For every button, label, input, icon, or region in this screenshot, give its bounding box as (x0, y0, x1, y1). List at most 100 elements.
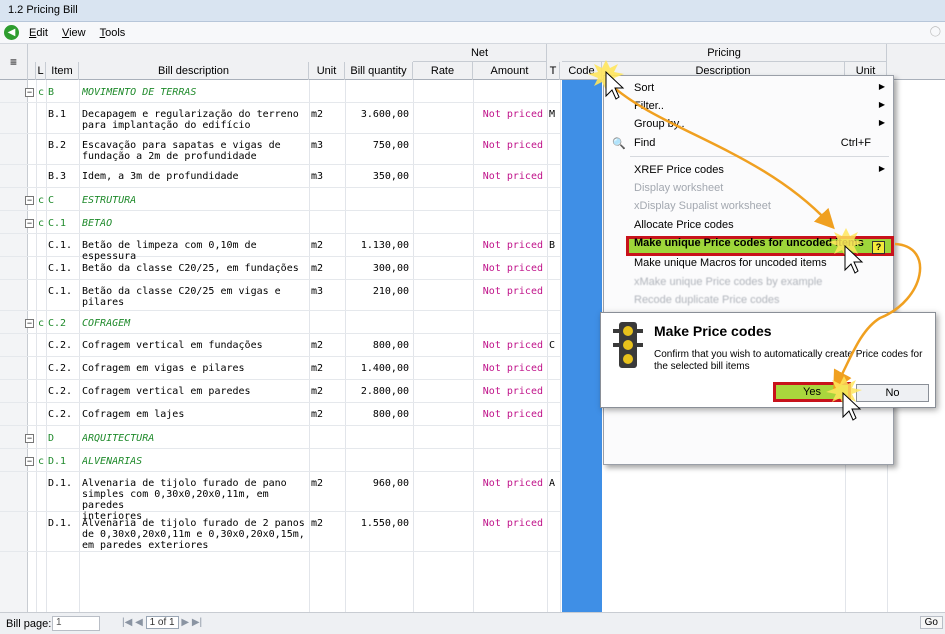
page-indicator[interactable]: 1 of 1 (145, 616, 179, 629)
last-page-icon[interactable]: ▶| (192, 617, 202, 628)
level-cell: c (38, 87, 45, 98)
menu-view[interactable]: View (62, 27, 86, 39)
collapse-icon[interactable]: − (25, 319, 34, 328)
col-level-header[interactable]: L (36, 62, 46, 80)
dialog-message: Confirm that you wish to automatically c… (654, 349, 923, 372)
amount-cell: Not priced (482, 340, 543, 351)
group-row[interactable]: − c C.2 COFRAGEM (0, 311, 560, 334)
collapse-icon[interactable]: − (25, 196, 34, 205)
quantity-cell: 2.800,00 (360, 386, 409, 397)
col-code-header[interactable]: Code (562, 62, 602, 80)
prev-page-icon[interactable]: ◀ (135, 617, 143, 628)
menu-item-allocate-price-codes[interactable]: Allocate Price codes (604, 219, 893, 235)
group-row[interactable]: − c C ESTRUTURA (0, 188, 560, 211)
menu-edit[interactable]: Edit (29, 27, 48, 39)
menu-item-make-unique-macros-for-uncoded-items[interactable]: Make unique Macros for uncoded items (604, 257, 893, 273)
group-row[interactable]: − c D.1 ALVENARIAS (0, 449, 560, 472)
collapse-icon[interactable]: − (25, 88, 34, 97)
submenu-arrow-icon: ▶ (878, 100, 885, 109)
unit-cell: m2 (311, 518, 324, 529)
bill-page-label: Bill page: (6, 618, 52, 630)
col-rate-header[interactable]: Rate (413, 62, 473, 80)
table-row[interactable]: B.1 Decapagem e regularização do terreno … (0, 103, 560, 134)
description-cell: Escavação para sapatas e vigas de fundaç… (82, 140, 281, 162)
code-column-selected[interactable] (562, 80, 602, 612)
menu-tools[interactable]: Tools (100, 27, 126, 39)
grid-options-icon[interactable]: ≡ (0, 44, 28, 80)
menu-item-group-by[interactable]: Group by.. ▶ (604, 118, 893, 134)
no-button[interactable]: No (856, 384, 929, 402)
group-row[interactable]: − D ARQUITECTURA (0, 426, 560, 449)
col-unit-header[interactable]: Unit (309, 62, 345, 80)
table-row[interactable]: C.2. Cofragem em vigas e pilares m2 1.400,0… (0, 357, 560, 380)
first-page-icon[interactable]: |◀ (122, 617, 132, 628)
collapse-icon[interactable]: − (25, 434, 34, 443)
menu-item-find[interactable]: 🔍 Find Ctrl+F (604, 137, 893, 153)
col-quantity-header[interactable]: Bill quantity (345, 62, 413, 80)
table-row[interactable]: C.2. Cofragem em lajes m2 800,00 Not priced (0, 403, 560, 426)
table-row[interactable]: C.1. Betão da classe C20/25, em fundações… (0, 257, 560, 280)
menu-item-label: Sort (634, 82, 655, 94)
unit-cell: m2 (311, 240, 324, 251)
table-row[interactable]: D.1. Alvenaria de tijolo furado de pano s… (0, 472, 560, 522)
description-cell: Cofragem em lajes (82, 409, 185, 420)
window-titlebar: 1.2 Pricing Bill (0, 0, 945, 22)
unit-cell: m3 (311, 286, 324, 297)
description-cell: Betão da classe C20/25 em vigas e pilare… (82, 286, 281, 308)
item-cell: C.2. (48, 363, 73, 374)
next-page-icon[interactable]: ▶ (181, 617, 189, 628)
menu-shortcut: Ctrl+F (840, 137, 871, 149)
quantity-cell: 3.600,00 (360, 109, 409, 120)
col-t-header[interactable]: T (547, 62, 560, 80)
table-row[interactable]: C.1. Betão de limpeza com 0,10m de espess… (0, 234, 560, 262)
description-cell: MOVIMENTO DE TERRAS (82, 87, 197, 98)
group-row[interactable]: − c B MOVIMENTO DE TERRAS (0, 80, 560, 103)
quantity-cell: 1.550,00 (360, 518, 409, 529)
description-cell: ESTRUTURA (82, 195, 137, 206)
col-amount-header[interactable]: Amount (473, 62, 547, 80)
unit-cell: m2 (311, 409, 324, 420)
menu-item-label: Group by.. (634, 118, 685, 130)
toolbar-overflow-icon[interactable]: ◯ (930, 26, 941, 37)
item-cell: C.1. (48, 240, 73, 251)
description-cell: Idem, a 3m de profundidade (82, 171, 239, 182)
unit-cell: m3 (311, 171, 324, 182)
menu-item-sort[interactable]: Sort ▶ (604, 82, 893, 98)
unit-cell: m2 (311, 263, 324, 274)
amount-cell: Not priced (482, 109, 543, 120)
binoculars-icon: 🔍 (612, 138, 626, 150)
item-cell: C (48, 195, 55, 206)
t-cell: M (549, 109, 556, 120)
net-group-header: Net (413, 44, 547, 62)
amount-cell: Not priced (482, 386, 543, 397)
level-cell: c (38, 195, 45, 206)
menu-item-label: Make unique Price codes for uncoded item… (634, 237, 864, 249)
amount-cell: Not priced (482, 240, 543, 251)
col-item-header[interactable]: Item (46, 62, 79, 80)
t-cell: A (549, 478, 556, 489)
table-row[interactable]: B.2 Escavação para sapatas e vigas de fun… (0, 134, 560, 165)
unit-cell: m2 (311, 340, 324, 351)
bill-page-input[interactable]: 1 (52, 616, 100, 631)
item-cell: C.1. (48, 286, 73, 297)
item-cell: C.2. (48, 386, 73, 397)
yes-button[interactable]: Yes (773, 382, 851, 402)
table-row[interactable]: D.1. Alvenaria de tijolo furado de 2 pano… (0, 512, 560, 552)
collapse-icon[interactable]: − (25, 219, 34, 228)
table-row[interactable]: C.1. Betão da classe C20/25 em vigas e pi… (0, 280, 560, 311)
menu-item-xref-price-codes[interactable]: XREF Price codes ▶ (604, 164, 893, 180)
table-row[interactable]: C.2. Cofragem vertical em fundações m2 800,… (0, 334, 560, 357)
table-row[interactable]: C.2. Cofragem vertical em paredes m2 2.800,… (0, 380, 560, 403)
table-row[interactable]: B.3 Idem, a 3m de profundidade m3 350,00 Not… (0, 165, 560, 188)
menu-item-label: Find (634, 137, 656, 149)
col-description-header[interactable]: Bill description (79, 62, 309, 80)
description-cell: BETÃO (82, 218, 113, 229)
pricing-group-header: Pricing (562, 44, 887, 62)
back-arrow-icon[interactable]: ◀ (4, 25, 19, 40)
menu-item-filter[interactable]: Filter.. ▶ (604, 100, 893, 116)
go-button[interactable]: Go (919, 616, 943, 629)
menu-item-make-unique-price-codes-for-uncoded-items[interactable]: Make unique Price codes for uncoded item… (604, 236, 893, 252)
collapse-icon[interactable]: − (25, 457, 34, 466)
group-row[interactable]: − c C.1 BETÃO (0, 211, 560, 234)
description-cell: Betão da classe C20/25, em fundações (82, 263, 299, 274)
